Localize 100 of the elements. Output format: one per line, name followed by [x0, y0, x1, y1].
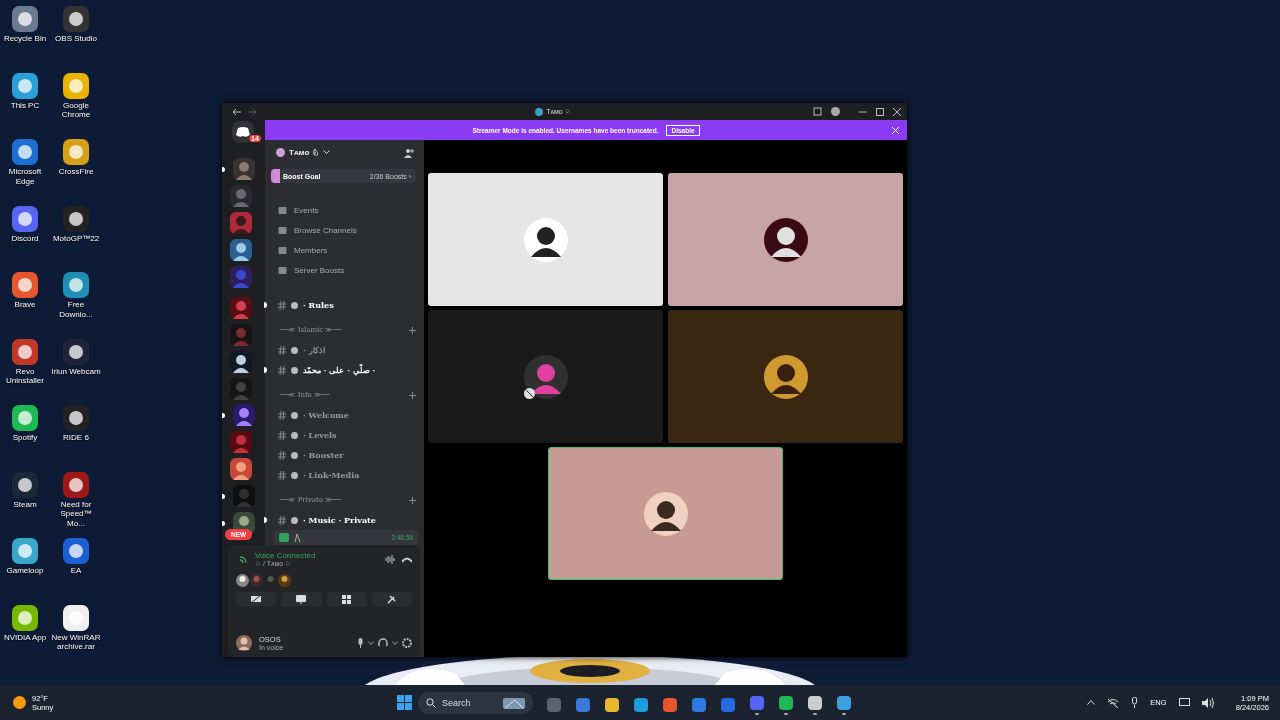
video-tile[interactable] — [428, 310, 663, 443]
search-icon — [426, 697, 436, 708]
taskbar-app-icon[interactable] — [836, 694, 852, 711]
hash-icon — [278, 345, 286, 355]
menu-item[interactable]: Events — [294, 205, 319, 215]
channel-name[interactable]: · Link-Media — [303, 470, 360, 480]
app-shortcut-icon[interactable] — [61, 336, 91, 367]
shortcut-label[interactable]: Spotify — [12, 433, 38, 443]
app-shortcut-icon[interactable] — [61, 536, 91, 566]
shortcut-label[interactable]: EA — [70, 566, 82, 576]
add-channel-icon[interactable] — [409, 391, 416, 399]
app-shortcut-icon[interactable] — [61, 137, 91, 167]
channel-name[interactable]: صلّي · على · محمّد · — [303, 365, 376, 375]
shortcut-label[interactable]: Google Chrome — [51, 100, 101, 120]
screen-share-button[interactable] — [281, 592, 322, 606]
app-shortcut-icon[interactable] — [10, 203, 40, 234]
network-icon[interactable] — [1107, 697, 1120, 708]
taskbar-app-icon[interactable] — [778, 694, 794, 711]
add-channel-icon[interactable] — [409, 496, 416, 504]
deafened-icon — [524, 388, 535, 399]
microphone-icon[interactable] — [1131, 697, 1139, 708]
add-person-icon[interactable] — [404, 147, 414, 158]
sound-wave-icon[interactable] — [385, 555, 395, 564]
microphone-icon[interactable] — [357, 638, 364, 648]
soundboard-button[interactable] — [371, 592, 412, 606]
inbox-icon[interactable] — [813, 107, 822, 116]
app-shortcut-icon[interactable] — [61, 70, 91, 101]
shortcut-label[interactable]: Need for Speed™ Mo... — [51, 499, 101, 528]
shortcut-label[interactable]: RIDE 6 — [63, 433, 89, 443]
menu-item[interactable]: Server Boosts — [294, 265, 345, 275]
emoji-icon — [291, 366, 298, 374]
app-shortcut-icon[interactable] — [61, 469, 91, 500]
display-icon[interactable] — [1178, 697, 1190, 708]
channel-name[interactable]: · Music · Private — [303, 515, 376, 525]
app-shortcut-icon[interactable] — [61, 4, 91, 34]
app-shortcut-icon[interactable] — [10, 70, 40, 101]
chevron-icon[interactable] — [368, 641, 374, 645]
shortcut-label[interactable]: New WinRAR archive.rar — [51, 632, 101, 652]
headphones-icon[interactable] — [378, 638, 388, 648]
taskbar-app-icon[interactable] — [633, 696, 649, 713]
app-shortcut-icon[interactable] — [61, 270, 91, 300]
help-icon[interactable] — [831, 107, 840, 116]
chevron-icon[interactable] — [392, 641, 398, 645]
shortcut-label[interactable]: Steam — [13, 499, 37, 509]
sun-icon[interactable] — [13, 696, 26, 709]
channel-name[interactable]: · اذكار — [303, 345, 325, 355]
app-shortcut-icon[interactable] — [10, 4, 40, 34]
app-shortcut-icon[interactable] — [10, 403, 40, 433]
channel-name[interactable]: · Booster — [303, 450, 344, 460]
app-shortcut-icon[interactable] — [10, 270, 40, 300]
hash-icon — [278, 450, 286, 460]
channel-name[interactable]: · Rules — [303, 300, 334, 310]
start-icon[interactable] — [397, 695, 412, 710]
shortcut-label[interactable]: Iriun Webcam — [51, 366, 101, 376]
video-tile[interactable] — [668, 173, 903, 306]
activities-button[interactable] — [326, 592, 367, 606]
video-tile[interactable] — [428, 173, 663, 306]
search-field[interactable]: Search — [418, 691, 533, 714]
app-shortcut-icon[interactable] — [10, 469, 40, 500]
app-shortcut-icon[interactable] — [61, 203, 91, 234]
shortcut-label[interactable]: Free Downlo... — [51, 300, 101, 319]
app-shortcut-icon[interactable] — [61, 602, 91, 633]
shortcut-label[interactable]: Brave — [14, 300, 36, 310]
app-shortcut-icon[interactable] — [10, 536, 40, 566]
back-arrow-icon[interactable] — [232, 107, 242, 116]
app-shortcut-icon[interactable] — [10, 137, 40, 167]
video-tile[interactable] — [548, 447, 783, 580]
shortcut-label[interactable]: This PC — [10, 100, 40, 110]
shortcut-label[interactable]: Revo Uninstaller — [0, 366, 50, 386]
taskbar-app-icon[interactable] — [807, 694, 823, 711]
settings-icon[interactable] — [402, 638, 412, 648]
shortcut-label[interactable]: MotoGP™22 — [52, 233, 100, 243]
voice-status[interactable]: Voice Connected — [255, 551, 316, 560]
channel-name[interactable]: · Welcome — [303, 410, 349, 420]
maximize-icon[interactable] — [876, 107, 884, 116]
camera-off-button[interactable] — [236, 592, 277, 606]
shortcut-label[interactable]: CrossFire — [58, 167, 94, 177]
shortcut-label[interactable]: Discord — [11, 233, 39, 243]
menu-item[interactable]: Members — [294, 245, 328, 255]
grid-icon — [342, 594, 352, 604]
taskbar-app-icon[interactable] — [604, 696, 620, 713]
shortcut-label[interactable]: OBS Studio — [55, 34, 97, 44]
app-shortcut-icon[interactable] — [10, 602, 40, 633]
unread-pip — [264, 302, 267, 308]
volume-icon[interactable] — [1201, 697, 1214, 708]
channel-name[interactable]: · Levels — [303, 430, 337, 440]
hang-up-icon[interactable] — [402, 556, 412, 563]
video-tile[interactable] — [668, 310, 903, 443]
shortcut-label[interactable]: Microsoft Edge — [0, 167, 50, 186]
app-shortcut-icon[interactable] — [10, 336, 40, 367]
shortcut-label[interactable]: Gameloop — [6, 566, 44, 576]
shortcut-label[interactable]: NVIDIA App — [3, 632, 47, 642]
close-icon[interactable] — [893, 107, 901, 116]
chevron-up-icon[interactable] — [1087, 700, 1096, 705]
shortcut-label[interactable]: Recycle Bin — [3, 34, 47, 44]
taskbar-app-icon[interactable] — [662, 696, 678, 713]
add-channel-icon[interactable] — [409, 326, 416, 334]
app-shortcut-icon[interactable] — [61, 403, 91, 433]
server-name[interactable]: Tᴀᴍᴏ ♘ — [289, 148, 319, 157]
menu-item[interactable]: Browse Channels — [294, 225, 357, 235]
